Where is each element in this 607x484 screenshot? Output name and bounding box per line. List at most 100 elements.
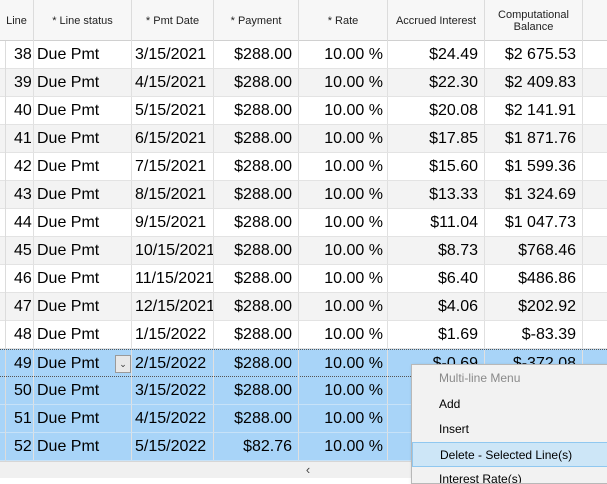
cell-line-status[interactable]: Due Pmt bbox=[34, 237, 132, 264]
cell-payment[interactable]: $288.00 bbox=[214, 125, 299, 152]
cell-accrued-interest[interactable]: $20.08 bbox=[388, 97, 485, 124]
cell-line-status[interactable]: Due Pmt bbox=[34, 265, 132, 292]
cell-rate[interactable]: 10.00 % bbox=[299, 153, 388, 180]
cell-computational-balance[interactable]: $1 599.36 bbox=[485, 153, 583, 180]
table-row[interactable]: 38 Due Pmt 3/15/2021 $288.00 10.00 % $24.49 $2… bbox=[0, 41, 607, 69]
table-row[interactable]: 41 Due Pmt 6/15/2021 $288.00 10.00 % $17.85 $1… bbox=[0, 125, 607, 153]
cell-accrued-interest[interactable]: $24.49 bbox=[388, 41, 485, 68]
cell-line-status[interactable]: Due Pmt bbox=[34, 433, 132, 460]
cell-payment[interactable]: $82.76 bbox=[214, 433, 299, 460]
cell-payment[interactable]: $288.00 bbox=[214, 237, 299, 264]
cell-accrued-interest[interactable]: $22.30 bbox=[388, 69, 485, 96]
column-header-accrued-interest[interactable]: Accrued Interest bbox=[388, 0, 485, 41]
cell-computational-balance[interactable]: $768.46 bbox=[485, 237, 583, 264]
table-row[interactable]: 47 Due Pmt 12/15/2021 $288.00 10.00 % $4.06 $2… bbox=[0, 293, 607, 321]
cell-accrued-interest[interactable]: $1.69 bbox=[388, 321, 485, 348]
column-header-payment[interactable]: * Payment bbox=[214, 0, 299, 41]
cell-line-number[interactable]: 41 bbox=[6, 125, 34, 152]
cell-payment[interactable]: $288.00 bbox=[214, 377, 299, 404]
cell-line-status[interactable]: Due Pmt bbox=[34, 41, 132, 68]
cell-payment[interactable]: $288.00 bbox=[214, 209, 299, 236]
cell-rate[interactable]: 10.00 % bbox=[299, 377, 388, 404]
cell-line-number[interactable]: 46 bbox=[6, 265, 34, 292]
table-row[interactable]: 46 Due Pmt 11/15/2021 $288.00 10.00 % $6.40 $4… bbox=[0, 265, 607, 293]
cell-payment[interactable]: $288.00 bbox=[214, 69, 299, 96]
cell-rate[interactable]: 10.00 % bbox=[299, 181, 388, 208]
cell-pmt-date[interactable]: 7/15/2021 bbox=[132, 153, 214, 180]
cell-rate[interactable]: 10.00 % bbox=[299, 350, 388, 377]
table-row[interactable]: 48 Due Pmt 1/15/2022 $288.00 10.00 % $1.69 $-8… bbox=[0, 321, 607, 349]
cell-pmt-date[interactable]: 9/15/2021 bbox=[132, 209, 214, 236]
cell-line-status[interactable]: Due Pmt bbox=[34, 321, 132, 348]
cell-computational-balance[interactable]: $202.92 bbox=[485, 293, 583, 320]
cell-rate[interactable]: 10.00 % bbox=[299, 293, 388, 320]
cell-computational-balance[interactable]: $486.86 bbox=[485, 265, 583, 292]
cell-payment[interactable]: $288.00 bbox=[214, 153, 299, 180]
cell-payment[interactable]: $288.00 bbox=[214, 41, 299, 68]
column-header-rate[interactable]: * Rate bbox=[299, 0, 388, 41]
menu-item-insert[interactable]: Insert bbox=[412, 417, 607, 442]
column-header-pmt-date[interactable]: * Pmt Date bbox=[132, 0, 214, 41]
cell-pmt-date[interactable]: 10/15/2021 bbox=[132, 237, 214, 264]
cell-line-number[interactable]: 43 bbox=[6, 181, 34, 208]
table-row[interactable]: 45 Due Pmt 10/15/2021 $288.00 10.00 % $8.73 $7… bbox=[0, 237, 607, 265]
cell-line-number[interactable]: 50 bbox=[6, 377, 34, 404]
cell-accrued-interest[interactable]: $11.04 bbox=[388, 209, 485, 236]
cell-rate[interactable]: 10.00 % bbox=[299, 125, 388, 152]
cell-line-status[interactable]: Due Pmt bbox=[34, 125, 132, 152]
table-row[interactable]: 44 Due Pmt 9/15/2021 $288.00 10.00 % $11.04 $1… bbox=[0, 209, 607, 237]
cell-pmt-date[interactable]: 3/15/2021 bbox=[132, 41, 214, 68]
cell-line-number[interactable]: 48 bbox=[6, 321, 34, 348]
cell-pmt-date[interactable]: 3/15/2022 bbox=[132, 377, 214, 404]
cell-accrued-interest[interactable]: $15.60 bbox=[388, 153, 485, 180]
cell-accrued-interest[interactable]: $6.40 bbox=[388, 265, 485, 292]
cell-accrued-interest[interactable]: $17.85 bbox=[388, 125, 485, 152]
cell-payment[interactable]: $288.00 bbox=[214, 265, 299, 292]
cell-computational-balance[interactable]: $1 047.73 bbox=[485, 209, 583, 236]
cell-payment[interactable]: $288.00 bbox=[214, 321, 299, 348]
cell-line-status[interactable]: Due Pmt bbox=[34, 209, 132, 236]
cell-rate[interactable]: 10.00 % bbox=[299, 69, 388, 96]
cell-rate[interactable]: 10.00 % bbox=[299, 237, 388, 264]
cell-accrued-interest[interactable]: $13.33 bbox=[388, 181, 485, 208]
cell-line-status[interactable]: Due Pmt bbox=[34, 181, 132, 208]
cell-pmt-date[interactable]: 4/15/2021 bbox=[132, 69, 214, 96]
cell-computational-balance[interactable]: $2 409.83 bbox=[485, 69, 583, 96]
cell-payment[interactable]: $288.00 bbox=[214, 293, 299, 320]
menu-item-add[interactable]: Add bbox=[412, 392, 607, 417]
table-row[interactable]: 43 Due Pmt 8/15/2021 $288.00 10.00 % $13.33 $1… bbox=[0, 181, 607, 209]
cell-line-number[interactable]: 49 bbox=[6, 350, 34, 377]
column-header-computational-balance[interactable]: Computational Balance bbox=[485, 0, 583, 41]
cell-rate[interactable]: 10.00 % bbox=[299, 321, 388, 348]
table-row[interactable]: 40 Due Pmt 5/15/2021 $288.00 10.00 % $20.08 $2… bbox=[0, 97, 607, 125]
table-row[interactable]: 39 Due Pmt 4/15/2021 $288.00 10.00 % $22.30 $2… bbox=[0, 69, 607, 97]
cell-line-number[interactable]: 52 bbox=[6, 433, 34, 460]
cell-line-status[interactable]: Due Pmt bbox=[34, 153, 132, 180]
column-header-line-status[interactable]: * Line status bbox=[34, 0, 132, 41]
arrow-left-icon[interactable]: ‹ bbox=[300, 462, 316, 479]
cell-computational-balance[interactable]: $2 141.91 bbox=[485, 97, 583, 124]
cell-rate[interactable]: 10.00 % bbox=[299, 265, 388, 292]
cell-pmt-date[interactable]: 6/15/2021 bbox=[132, 125, 214, 152]
cell-line-number[interactable]: 39 bbox=[6, 69, 34, 96]
cell-rate[interactable]: 10.00 % bbox=[299, 405, 388, 432]
cell-pmt-date[interactable]: 1/15/2022 bbox=[132, 321, 214, 348]
cell-line-number[interactable]: 44 bbox=[6, 209, 34, 236]
cell-computational-balance[interactable]: $1 871.76 bbox=[485, 125, 583, 152]
cell-line-status[interactable]: Due Pmt bbox=[34, 97, 132, 124]
cell-computational-balance[interactable]: $-83.39 bbox=[485, 321, 583, 348]
cell-payment[interactable]: $288.00 bbox=[214, 181, 299, 208]
cell-line-status[interactable]: Due Pmt bbox=[34, 69, 132, 96]
cell-computational-balance[interactable]: $2 675.53 bbox=[485, 41, 583, 68]
column-header-line[interactable]: Line bbox=[0, 0, 34, 41]
cell-rate[interactable]: 10.00 % bbox=[299, 97, 388, 124]
cell-pmt-date[interactable]: 11/15/2021 bbox=[132, 265, 214, 292]
chevron-down-icon[interactable]: ⌄ bbox=[115, 355, 131, 373]
table-row[interactable]: 42 Due Pmt 7/15/2021 $288.00 10.00 % $15.60 $1… bbox=[0, 153, 607, 181]
cell-line-number[interactable]: 38 bbox=[6, 41, 34, 68]
cell-rate[interactable]: 10.00 % bbox=[299, 433, 388, 460]
menu-item-interest-rates[interactable]: Interest Rate(s) bbox=[412, 467, 607, 483]
cell-pmt-date[interactable]: 8/15/2021 bbox=[132, 181, 214, 208]
cell-line-number[interactable]: 42 bbox=[6, 153, 34, 180]
cell-accrued-interest[interactable]: $8.73 bbox=[388, 237, 485, 264]
